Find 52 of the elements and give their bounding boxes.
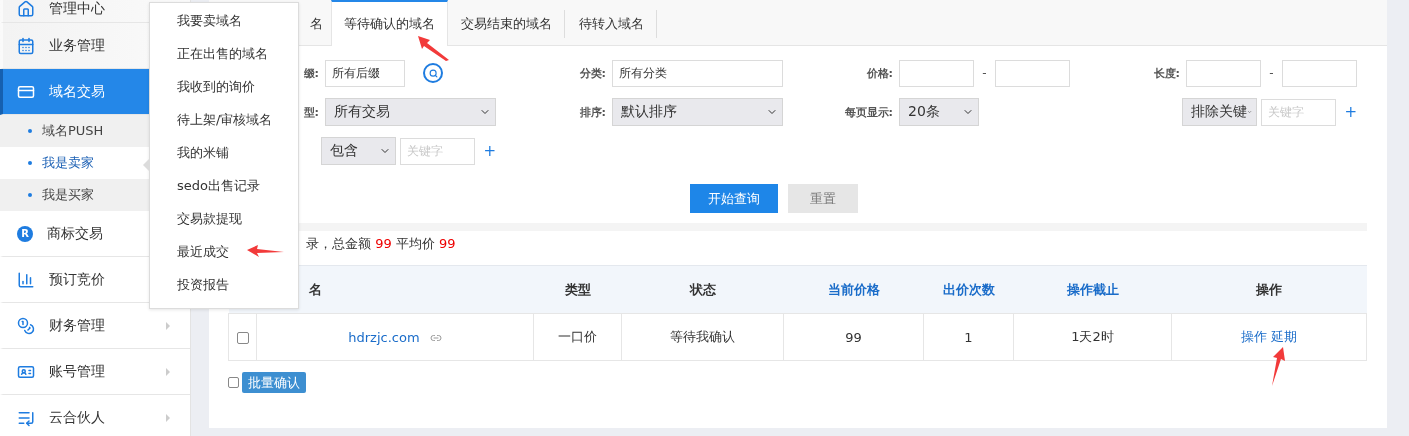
- table-cell: 一口价: [558, 329, 597, 344]
- search-icon: [428, 68, 438, 78]
- filter-label: 缀:: [303, 65, 319, 81]
- coins-icon: [17, 316, 35, 335]
- filter-label: 长度:: [1153, 65, 1180, 81]
- trademark-icon: R: [17, 225, 33, 242]
- column-header: 操作: [1171, 265, 1367, 314]
- text-input[interactable]: [1281, 59, 1357, 87]
- text-input[interactable]: [899, 59, 975, 87]
- table-cell: 99: [845, 329, 862, 345]
- filter-label: 分类:: [579, 65, 606, 81]
- text-input[interactable]: [994, 59, 1070, 87]
- column-header: 类型: [533, 265, 622, 314]
- select[interactable]: 包含: [321, 137, 397, 165]
- tab[interactable]: 交易结束的域名: [448, 0, 566, 45]
- select[interactable]: 所有交易: [325, 98, 496, 126]
- home-icon: [17, 0, 35, 18]
- select[interactable]: 20条: [899, 98, 979, 126]
- action-link[interactable]: 延期: [1271, 329, 1298, 344]
- text-input[interactable]: [1186, 59, 1262, 87]
- range-dash: -: [1269, 66, 1274, 80]
- bar-chart-icon: [17, 270, 35, 289]
- range-dash: -: [982, 66, 987, 80]
- result-summary: 录，总金额 99 平均价 99: [306, 234, 457, 253]
- calendar-icon: [17, 36, 35, 55]
- column-header: 状态: [621, 265, 784, 314]
- search-button[interactable]: [423, 63, 443, 83]
- filter-label: 价格:: [866, 65, 893, 81]
- text-input[interactable]: 所有后缀: [325, 59, 405, 87]
- link-icon: [429, 332, 442, 344]
- checkbox[interactable]: [228, 377, 239, 388]
- filter-label: 排序:: [579, 104, 606, 120]
- sortable-column-header[interactable]: 出价次数: [923, 265, 1014, 314]
- tab[interactable]: 待转入域名: [566, 0, 658, 45]
- table-cell: 1天2时: [1071, 329, 1114, 344]
- search-button[interactable]: 开始查询: [690, 184, 778, 213]
- text-input[interactable]: 所有分类: [612, 59, 783, 87]
- select[interactable]: 排除关键: [1182, 98, 1258, 126]
- checkbox[interactable]: [236, 332, 249, 344]
- filter-label: 型:: [303, 104, 319, 120]
- add-button[interactable]: +: [1344, 103, 1357, 121]
- sortable-column-header[interactable]: 当前价格: [783, 265, 924, 314]
- filter-label: 每页显示:: [844, 104, 893, 120]
- reset-button[interactable]: 重置: [788, 184, 858, 213]
- table-cell: 1: [964, 329, 973, 345]
- add-button[interactable]: +: [483, 142, 496, 160]
- select[interactable]: 默认排序: [612, 98, 783, 126]
- tab[interactable]: 等待确认的域名: [331, 0, 448, 46]
- domain-link[interactable]: hdrzjc.com: [348, 329, 420, 345]
- action-link[interactable]: 操作: [1240, 329, 1267, 344]
- sortable-column-header[interactable]: 操作截止: [1013, 265, 1172, 314]
- table-cell: 等待我确认: [670, 329, 735, 344]
